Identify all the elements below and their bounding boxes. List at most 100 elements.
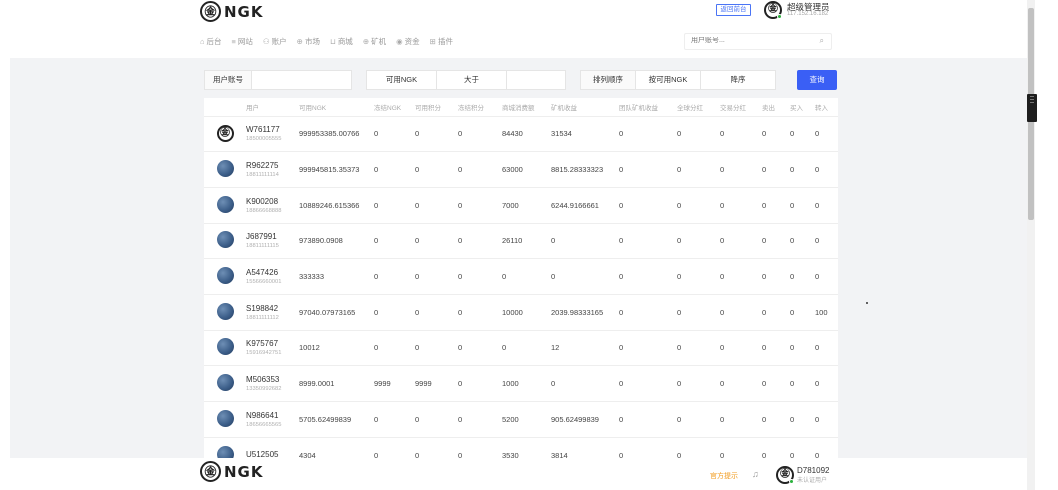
operator-select[interactable]: 大于 xyxy=(436,70,507,90)
col-header: 全球分红 xyxy=(677,104,703,112)
cell-frozen-pts: 0 xyxy=(458,329,502,366)
query-button[interactable]: 查询 xyxy=(797,70,837,90)
bottom-logo[interactable]: ㊎ NGK xyxy=(200,461,264,482)
table-row[interactable]: K900208 18866668888 10889246.615366 0 0 0 7000… xyxy=(204,186,838,224)
top-bar: ㊎ NGK 返回前台 ㊎ 超级管理员 117.152.16.182 xyxy=(0,0,1030,30)
logo-mark-icon: ㊎ xyxy=(200,1,221,22)
user-cell: J687991 18811111115 xyxy=(246,222,299,259)
cell-frozen-ngk: 0 xyxy=(374,186,415,224)
cell-buy: 0 xyxy=(790,401,815,438)
handle-grip xyxy=(1030,99,1034,100)
cell-team: 0 xyxy=(619,401,677,438)
user-name[interactable]: U512505 xyxy=(246,450,299,458)
avatar[interactable] xyxy=(216,374,234,392)
user-verification-status: 未认证用户 xyxy=(797,478,828,484)
avatar[interactable] xyxy=(216,409,234,427)
user-phone: 18811111114 xyxy=(246,172,279,179)
sort-field-select[interactable]: 按可用NGK xyxy=(635,70,701,90)
avatar[interactable] xyxy=(216,160,234,178)
table-row[interactable]: J687991 18811111115 973890.0908 0 0 0 26110 0 0 0… xyxy=(204,222,838,259)
cell-mining: 2039.98333165 xyxy=(551,293,619,331)
col-header: 可用NGK xyxy=(299,104,327,112)
official-notice-link[interactable]: 官方提示 xyxy=(710,471,738,481)
col-header: 矿机收益 xyxy=(551,104,577,112)
avatar[interactable] xyxy=(216,231,234,249)
table-row[interactable]: U512505 4304 0 0 0 3530 3814 0 0 0 0 0 0 xyxy=(204,436,838,458)
user-name[interactable]: W761177 xyxy=(246,125,299,134)
user-phone: 13350992682 xyxy=(246,386,282,393)
cell-transfer-in: 0 xyxy=(815,365,838,402)
page-scrollbar[interactable] xyxy=(1027,0,1035,490)
user-name[interactable]: M506353 xyxy=(246,375,299,384)
cell-avail-pts: 0 xyxy=(415,151,458,188)
back-to-frontend-button[interactable]: 返回前台 xyxy=(716,4,751,16)
account-filter-label: 用户账号 xyxy=(204,70,252,90)
cell-mining: 31534 xyxy=(551,115,619,152)
cell-frozen-pts: 0 xyxy=(458,222,502,259)
nav-item-mining[interactable]: ⊕ 矿机 xyxy=(363,36,386,47)
cell-frozen-pts: 0 xyxy=(458,436,502,458)
nav-item-mall[interactable]: ⊔ 商城 xyxy=(330,36,353,47)
nav-item-account[interactable]: ⚇ 账户 xyxy=(263,36,287,47)
avatar[interactable] xyxy=(216,445,234,458)
cell-frozen-ngk: 0 xyxy=(374,258,415,295)
cell-avail-ngk: 999953385.00766 xyxy=(299,115,374,152)
cell-avail-pts: 0 xyxy=(415,115,458,152)
user-name[interactable]: N986641 xyxy=(246,411,299,420)
table-row[interactable]: N986641 18656665565 5705.62499839 0 0 0 5200 90… xyxy=(204,401,838,438)
nav-item-market[interactable]: ⊕ 市场 xyxy=(297,36,320,47)
cell-team: 0 xyxy=(619,436,677,458)
cell-team: 0 xyxy=(619,365,677,402)
cell-trade: 0 xyxy=(720,115,762,152)
field-select[interactable]: 可用NGK xyxy=(366,70,437,90)
cell-trade: 0 xyxy=(720,258,762,295)
nav-item-site[interactable]: ≡ 网站 xyxy=(232,36,253,47)
nav-label: 商城 xyxy=(337,37,353,46)
side-panel-handle[interactable] xyxy=(1027,94,1037,122)
table-row[interactable]: R962275 18811111114 999945815.35373 0 0 0 6300… xyxy=(204,151,838,188)
cell-sell: 0 xyxy=(762,365,790,402)
user-name[interactable]: S198842 xyxy=(246,304,299,313)
cell-buy: 0 xyxy=(790,222,815,259)
user-id[interactable]: D781092 xyxy=(797,466,829,475)
account-search-input[interactable] xyxy=(691,37,811,44)
nav-label: 市场 xyxy=(304,37,320,46)
sort-label: 排列顺序 xyxy=(580,70,636,90)
account-filter-input[interactable] xyxy=(251,70,352,90)
bell-icon[interactable]: ♫ xyxy=(752,469,759,479)
table-row[interactable]: A547426 15566660001 333333 0 0 0 0 0 0 0 0 0 0 0 xyxy=(204,258,838,295)
col-header: 商城消费额 xyxy=(502,104,535,112)
table-row[interactable]: K975767 15916942751 10012 0 0 0 0 12 0 0 0 0 0 0 xyxy=(204,329,838,366)
avatar[interactable] xyxy=(216,267,234,285)
sort-direction-select[interactable]: 降序 xyxy=(700,70,776,90)
cell-team: 0 xyxy=(619,293,677,331)
nav-label: 后台 xyxy=(206,37,222,46)
user-name[interactable]: K900208 xyxy=(246,197,299,206)
cell-avail-pts: 0 xyxy=(415,436,458,458)
table-row[interactable]: M506353 13350992682 8999.0001 9999 9999 0 1000… xyxy=(204,365,838,402)
nav-item-funds[interactable]: ◉ 资金 xyxy=(396,36,420,47)
user-name[interactable]: J687991 xyxy=(246,232,299,241)
nav-item-plugins[interactable]: ⊞ 插件 xyxy=(430,36,453,47)
cell-mining: 3814 xyxy=(551,436,619,458)
cell-buy: 0 xyxy=(790,151,815,188)
cell-global: 0 xyxy=(677,151,720,188)
cell-trade: 0 xyxy=(720,222,762,259)
user-name[interactable]: A547426 xyxy=(246,268,299,277)
table-row[interactable]: S198842 18811111112 97040.07973165 0 0 0 10000… xyxy=(204,293,838,331)
search-icon[interactable]: ⌕ xyxy=(820,36,824,46)
filter-bar: 用户账号 可用NGK 大于 排列顺序 按可用NGK 降序 查询 xyxy=(204,70,844,90)
user-name[interactable]: K975767 xyxy=(246,339,299,348)
avatar[interactable] xyxy=(216,338,234,356)
site-logo[interactable]: ㊎ NGK xyxy=(200,1,264,22)
user-name[interactable]: R962275 xyxy=(246,161,299,170)
cell-mining: 6244.9166661 xyxy=(551,186,619,224)
avatar[interactable] xyxy=(216,302,234,320)
cell-transfer-in: 0 xyxy=(815,329,838,366)
user-cell: K975767 15916942751 xyxy=(246,329,299,366)
filter-value-input[interactable] xyxy=(506,70,566,90)
avatar[interactable] xyxy=(216,195,234,213)
nav-item-backend[interactable]: ⌂ 后台 xyxy=(200,36,222,47)
table-row[interactable]: ㊎ W761177 18500005555 999953385.00766 0 0 0 844… xyxy=(204,115,838,152)
avatar[interactable]: ㊎ xyxy=(216,125,234,143)
